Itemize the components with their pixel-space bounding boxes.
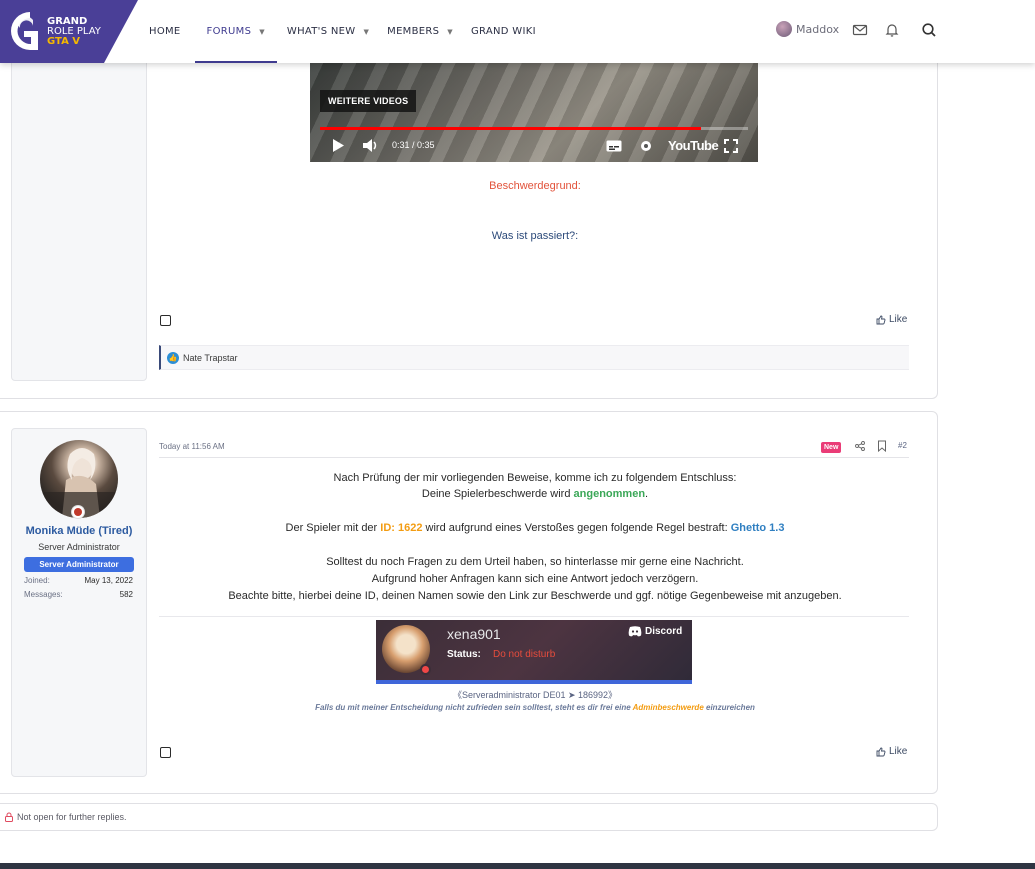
verdict-suffix: . [645, 488, 649, 500]
discord-brand: Discord [645, 626, 683, 637]
nav-whats-new-label: WHAT'S NEW [286, 26, 356, 37]
nav-forums[interactable]: FORUMS ▼ [194, 0, 278, 63]
share-icon[interactable] [855, 441, 865, 451]
video-progress-fill [320, 127, 701, 130]
nav-home-label: HOME [149, 26, 181, 37]
search-icon[interactable] [921, 22, 937, 38]
complaint-reason-label: Beschwerdegrund: [489, 180, 581, 192]
body-line-1: Nach Prüfung der mir vorliegenden Beweis… [333, 472, 737, 484]
footer-bar [0, 863, 1035, 869]
site-logo[interactable]: GRAND ROLE PLAY GTA V [0, 0, 140, 63]
author-title: Server Administrator [38, 542, 120, 552]
nav-home[interactable]: HOME [149, 0, 181, 63]
fullscreen-icon[interactable] [724, 139, 738, 153]
joined-label: Joined: [24, 576, 50, 585]
lock-icon [5, 812, 13, 822]
nav-members-label: MEMBERS [387, 26, 440, 37]
rule-name: Ghetto 1.3 [730, 522, 785, 534]
thread-closed-notice: Not open for further replies. [0, 803, 938, 831]
verdict-text: angenommen [573, 488, 646, 500]
chevron-down-icon[interactable]: ▼ [447, 28, 453, 36]
discord-username: xena901 [447, 626, 501, 642]
player-id: ID: 1622 [380, 522, 423, 534]
post-timestamp[interactable]: Today at 11:56 AM [159, 442, 225, 451]
select-post-checkbox[interactable] [160, 747, 171, 758]
video-time: 0:31 / 0:35 [392, 140, 435, 150]
nav-forums-label: FORUMS [206, 26, 252, 37]
like-reaction-icon: 👍 [167, 351, 179, 364]
volume-icon[interactable] [362, 138, 380, 153]
nav-members[interactable]: MEMBERS ▼ [387, 0, 453, 63]
post-number[interactable]: #2 [898, 441, 907, 450]
avatar[interactable] [776, 21, 792, 37]
new-badge: New [821, 442, 842, 453]
logo-text: GRAND ROLE PLAY GTA V [47, 17, 101, 47]
like-label: Like [889, 314, 908, 325]
body-line-6: Beachte bitte, hierbei deine ID, deinen … [228, 590, 842, 602]
discord-status-label: Status: [447, 649, 481, 660]
dnd-status-icon [420, 664, 431, 675]
appeal-link[interactable]: Adminbeschwerde [633, 703, 704, 712]
video-progress-bar[interactable] [320, 127, 748, 130]
bookmark-icon[interactable] [877, 440, 887, 452]
discord-status-card: xena901 Status: Do not disturb Discord [376, 620, 692, 684]
reaction-user[interactable]: Nate Trapstar [183, 353, 238, 363]
thumbs-up-icon [876, 747, 886, 756]
body-line-5: Aufgrund hoher Anfragen kann sich eine A… [371, 573, 699, 585]
like-button[interactable]: Like [876, 746, 907, 757]
subtitles-icon[interactable] [606, 140, 622, 152]
closed-notice-text: Not open for further replies. [17, 812, 127, 822]
youtube-embed[interactable]: WEITERE VIDEOS 0:31 / 0:35 YouTube [310, 63, 758, 162]
discord-status-value: Do not disturb [493, 649, 556, 660]
chevron-down-icon[interactable]: ▼ [259, 28, 265, 36]
gear-icon[interactable] [638, 138, 654, 154]
divider [159, 457, 909, 458]
user-banner: Server Administrator [24, 557, 134, 572]
nav-whats-new[interactable]: WHAT'S NEW ▼ [287, 0, 369, 63]
what-happened-label: Was ist passiert?: [491, 230, 579, 242]
signature-line: 《Serveradministrator DE01 ➤ 186992》 [452, 690, 618, 700]
messages-label: Messages: [24, 590, 63, 599]
appeal-suffix: einzureichen [703, 703, 755, 712]
appeal-prefix: Falls du mit meiner Entscheidung nicht z… [315, 703, 633, 712]
verdict-prefix: Deine Spielerbeschwerde wird [421, 488, 574, 500]
joined-value: May 13, 2022 [84, 576, 133, 585]
like-label: Like [889, 746, 908, 757]
youtube-logo[interactable]: YouTube [668, 138, 719, 153]
online-status-icon [71, 505, 85, 519]
site-header: GRAND ROLE PLAY GTA V HOME FORUMS ▼ WHAT… [0, 0, 1035, 63]
bell-icon[interactable] [884, 22, 900, 38]
account-menu[interactable]: Maddox [776, 21, 839, 37]
more-videos-button[interactable]: WEITERE VIDEOS [320, 90, 417, 112]
main-nav: HOME FORUMS ▼ WHAT'S NEW ▼ MEMBERS ▼ GRA… [149, 0, 536, 63]
thumbs-up-icon [876, 315, 886, 324]
signature-divider [159, 616, 909, 617]
envelope-icon[interactable] [852, 22, 868, 38]
author-name[interactable]: Monika Müde (Tired) [12, 525, 146, 537]
body-line-2: Deine Spielerbeschwerde wird angenommen. [160, 488, 910, 500]
penalty-prefix: Der Spieler mit der [285, 522, 381, 534]
select-post-checkbox[interactable] [160, 315, 171, 326]
play-icon[interactable] [332, 139, 344, 152]
nav-grand-wiki[interactable]: GRAND WIKI [471, 0, 536, 63]
reactions-bar[interactable]: 👍 Nate Trapstar [159, 345, 909, 370]
chevron-down-icon[interactable]: ▼ [363, 28, 369, 36]
penalty-mid: wird aufgrund eines Verstoßes gegen folg… [422, 522, 731, 534]
like-button[interactable]: Like [876, 314, 907, 325]
discord-logo: Discord [628, 626, 682, 637]
body-line-4: Solltest du noch Fragen zu dem Urteil ha… [326, 556, 744, 568]
appeal-notice: Falls du mit meiner Entscheidung nicht z… [160, 703, 910, 712]
logo-line-3: GTA V [47, 36, 81, 47]
nav-grand-wiki-label: GRAND WIKI [470, 26, 536, 37]
messages-value[interactable]: 582 [70, 590, 133, 599]
discord-icon [628, 626, 642, 637]
account-username[interactable]: Maddox [796, 23, 839, 36]
body-line-3: Der Spieler mit der ID: 1622 wird aufgru… [160, 522, 910, 534]
